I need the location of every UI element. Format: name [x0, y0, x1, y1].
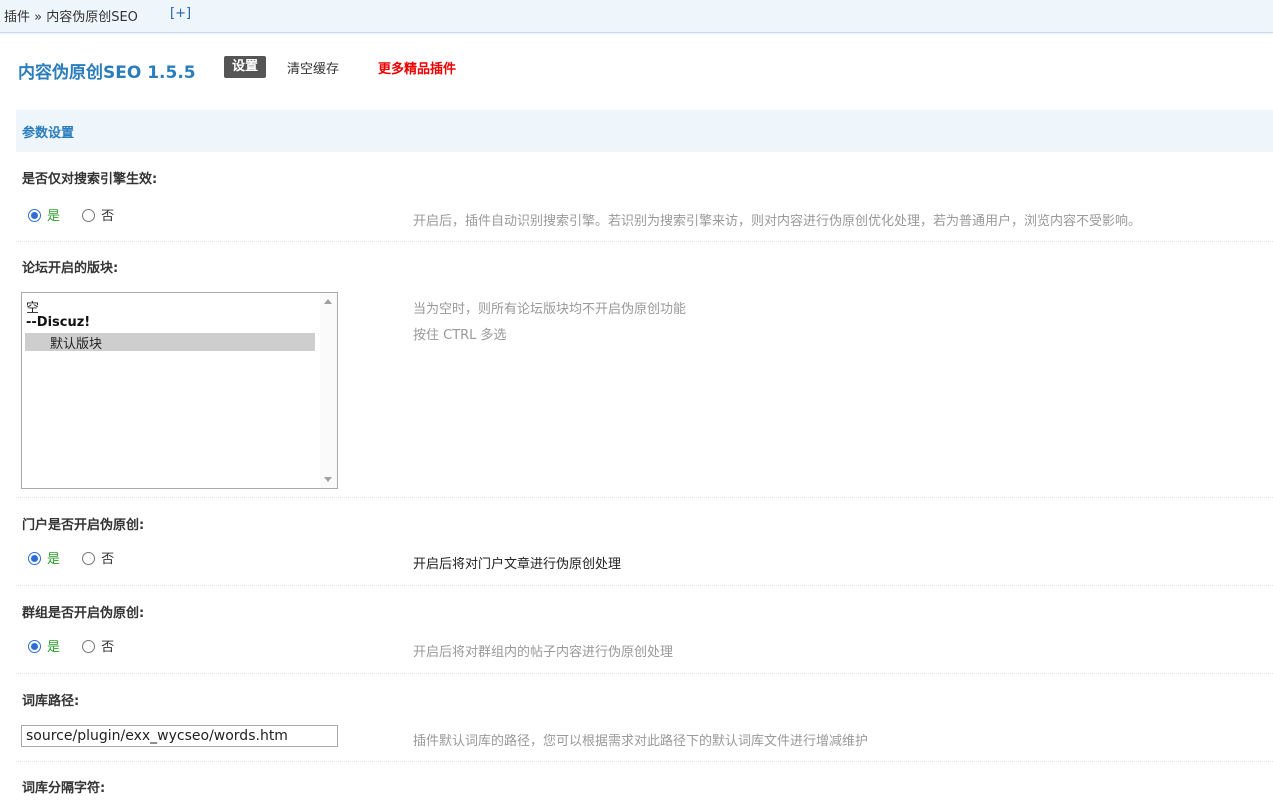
add-shortcut-link[interactable]: [+] — [170, 6, 191, 21]
search-only-no-radio[interactable] — [82, 209, 96, 222]
portal-label: 门户是否开启伪原创: — [22, 518, 145, 533]
divider — [16, 241, 1273, 242]
dict-path-description: 插件默认词库的路径，您可以根据需求对此路径下的默认词库文件进行增减维护 — [413, 734, 869, 749]
forums-hint: 按住 CTRL 多选 — [413, 328, 507, 343]
more-plugins-link[interactable]: 更多精品插件 — [378, 58, 456, 77]
forums-label: 论坛开启的版块: — [22, 261, 119, 276]
group-description: 开启后将对群组内的帖子内容进行伪原创处理 — [413, 645, 674, 660]
tab-settings[interactable]: 设置 — [224, 56, 267, 78]
search-only-no-label[interactable]: 否 — [101, 209, 114, 224]
divider — [16, 497, 1273, 498]
divider — [16, 761, 1273, 762]
section-title: 参数设置 — [22, 126, 75, 141]
scroll-down-icon[interactable] — [324, 477, 332, 482]
group-no-radio[interactable] — [82, 640, 96, 653]
portal-description: 开启后将对门户文章进行伪原创处理 — [413, 557, 622, 572]
portal-yes-label[interactable]: 是 — [47, 552, 60, 567]
group-label: 群组是否开启伪原创: — [22, 606, 145, 621]
forums-multiselect[interactable]: 空 --Discuz! 默认版块 — [21, 292, 338, 489]
search-only-label: 是否仅对搜索引擎生效: — [22, 172, 158, 187]
divider — [16, 585, 1273, 586]
dict-path-input[interactable]: source/plugin/exx_wycseo/words.htm — [21, 725, 338, 747]
breadcrumb: 插件 » 内容伪原创SEO — [4, 10, 138, 25]
section-header: 参数设置 — [16, 110, 1273, 152]
separator-label: 词库分隔字符: — [22, 781, 106, 796]
divider — [16, 673, 1273, 674]
forum-option-selected[interactable]: 默认版块 — [50, 333, 102, 352]
plugin-title: 内容伪原创SEO 1.5.5 — [18, 63, 196, 83]
top-breadcrumb-bar: 插件 » 内容伪原创SEO [+] — [0, 0, 1273, 33]
select-scrollbar[interactable] — [320, 293, 337, 488]
portal-yes-radio[interactable] — [28, 552, 41, 565]
portal-no-radio[interactable] — [82, 552, 96, 565]
tab-clear-cache[interactable]: 清空缓存 — [287, 58, 339, 77]
plugin-header: 内容伪原创SEO 1.5.5 设置 清空缓存 更多精品插件 — [18, 56, 1258, 83]
group-yes-radio[interactable] — [28, 640, 41, 653]
search-only-description: 开启后，插件自动识别搜索引擎。若识别为搜索引擎来访，则对内容进行伪原创优化处理，… — [413, 214, 1142, 229]
search-only-radio-group: 是 否 — [28, 205, 114, 224]
search-only-yes-label[interactable]: 是 — [47, 209, 60, 224]
portal-no-label[interactable]: 否 — [101, 552, 114, 567]
dict-path-label: 词库路径: — [22, 694, 80, 709]
scroll-up-icon[interactable] — [324, 299, 332, 304]
group-radio-group: 是 否 — [28, 636, 114, 655]
forum-option[interactable]: 空 — [26, 297, 39, 316]
group-yes-label[interactable]: 是 — [47, 640, 60, 655]
portal-radio-group: 是 否 — [28, 548, 114, 567]
forum-group-option: --Discuz! — [26, 315, 91, 330]
group-no-label[interactable]: 否 — [101, 640, 114, 655]
search-only-yes-radio[interactable] — [28, 209, 41, 222]
forums-description: 当为空时，则所有论坛版块均不开启伪原创功能 — [413, 302, 687, 317]
